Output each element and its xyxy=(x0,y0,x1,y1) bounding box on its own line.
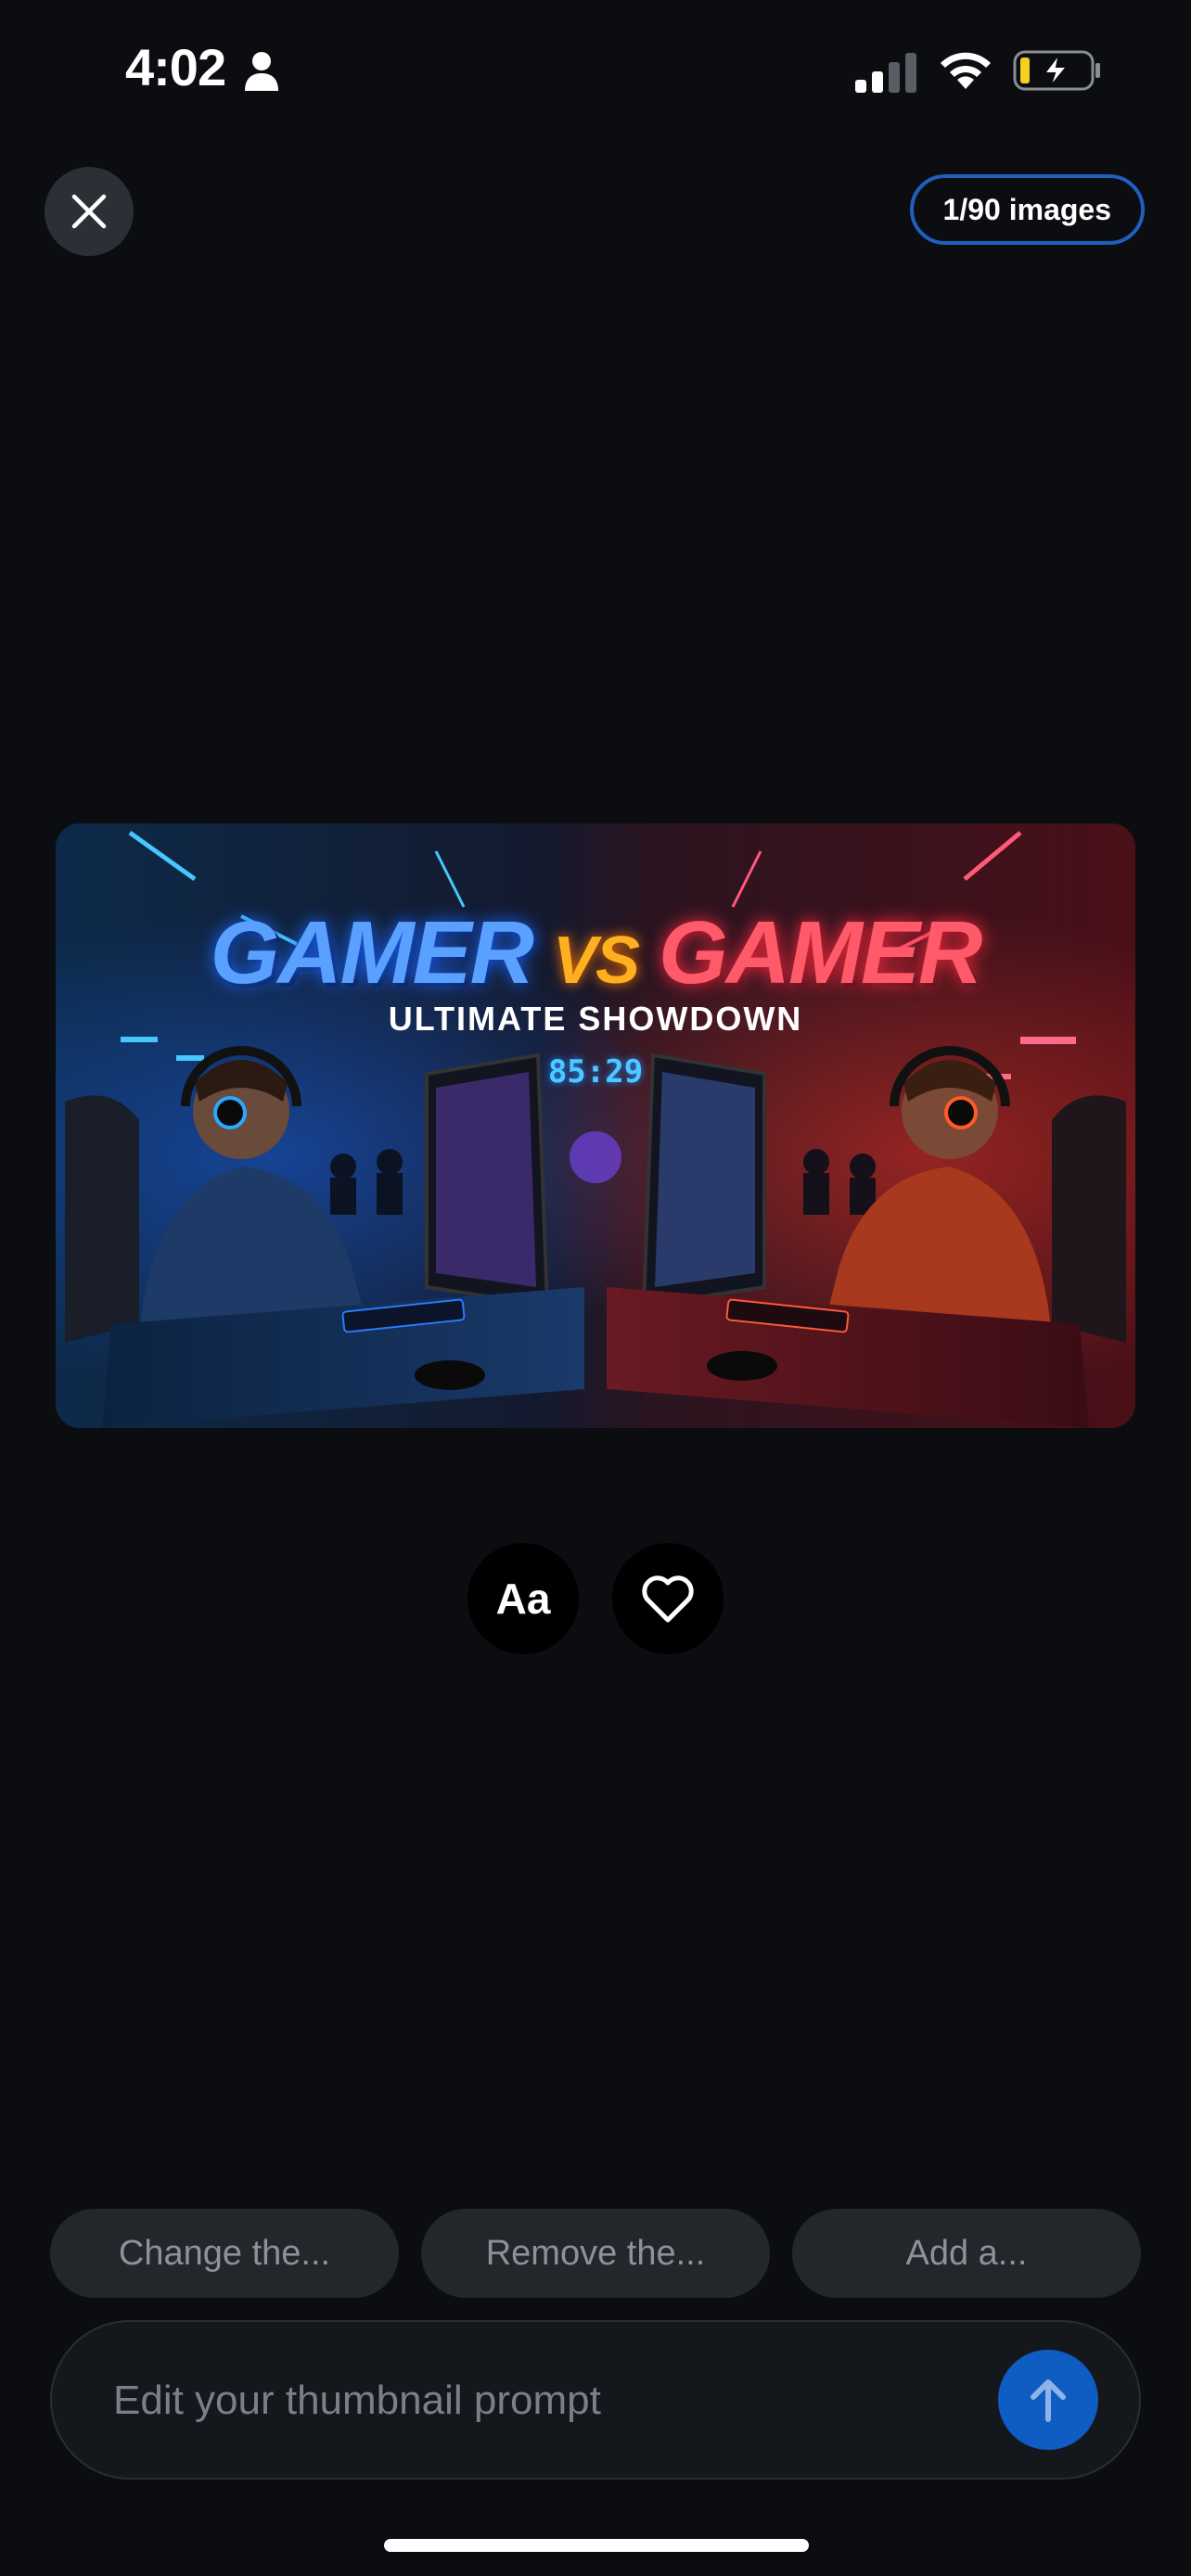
status-bar: 4:02 xyxy=(0,0,1191,139)
text-style-label: Aa xyxy=(495,1575,551,1623)
wifi-icon xyxy=(941,52,991,89)
suggestion-chip-add[interactable]: Add a... xyxy=(792,2209,1141,2298)
battery-charging-icon xyxy=(1013,50,1100,91)
thumbnail-title-left: GAMER xyxy=(210,903,534,1002)
home-indicator[interactable] xyxy=(384,2539,809,2552)
thumbnail-title: GAMER VS GAMER xyxy=(56,909,1135,998)
person-icon xyxy=(245,52,278,91)
heart-icon xyxy=(642,1575,694,1623)
prompt-bar xyxy=(50,2320,1141,2480)
prompt-input[interactable] xyxy=(111,2322,950,2480)
suggestion-chips: Change the... Remove the... Add a... xyxy=(50,2209,1141,2298)
thumbnail-subtitle: ULTIMATE SHOWDOWN xyxy=(388,1000,803,1038)
thumbnail-timer: 85:29 xyxy=(547,1053,644,1090)
image-count-badge[interactable]: 1/90 images xyxy=(909,174,1145,245)
cellular-signal-icon xyxy=(855,53,916,93)
text-style-button[interactable]: Aa xyxy=(467,1543,579,1654)
send-button[interactable] xyxy=(998,2350,1098,2450)
close-icon xyxy=(71,194,107,229)
thumbnail-preview[interactable]: GAMER VS GAMER ULTIMATE SHOWDOWN 85:29 xyxy=(56,823,1135,1428)
thumbnail-title-vs: VS xyxy=(552,924,640,998)
favorite-button[interactable] xyxy=(612,1543,724,1654)
arrow-up-icon xyxy=(1031,2379,1066,2422)
suggestion-chip-remove[interactable]: Remove the... xyxy=(421,2209,770,2298)
close-button[interactable] xyxy=(45,167,134,256)
status-time: 4:02 xyxy=(125,38,226,96)
suggestion-chip-change[interactable]: Change the... xyxy=(50,2209,399,2298)
thumbnail-title-right: GAMER xyxy=(659,903,982,1002)
